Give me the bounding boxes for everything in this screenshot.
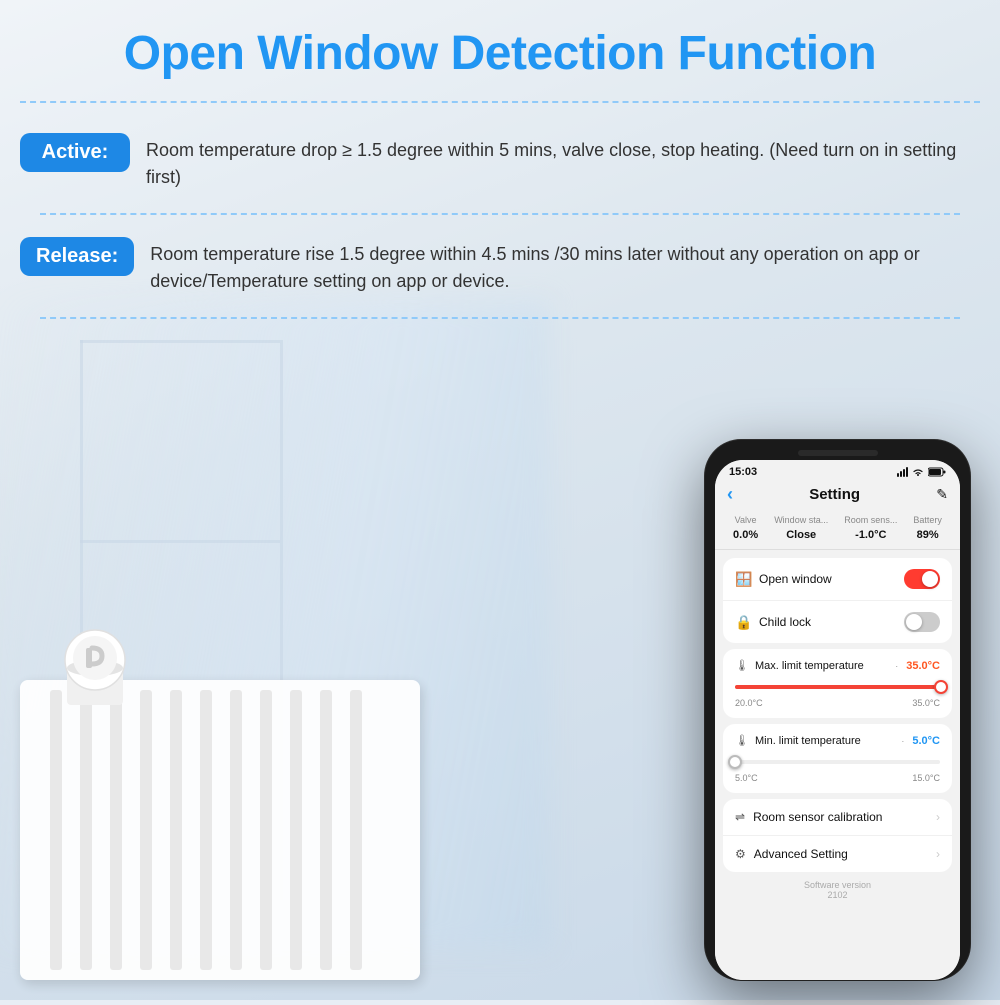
calibration-arrow-icon: › <box>936 810 940 824</box>
phone-mockup: 15:03 <box>705 440 970 980</box>
battery-icon <box>928 467 946 477</box>
active-row: Active: Room temperature drop ≥ 1.5 degr… <box>20 121 980 203</box>
edit-button[interactable]: ✎ <box>936 486 948 503</box>
wifi-icon <box>912 467 924 477</box>
calibration-label: Room sensor calibration <box>753 810 928 824</box>
child-lock-label: Child lock <box>759 615 896 629</box>
status-bar: 15:03 <box>715 460 960 480</box>
valve-value: 0.0% <box>733 529 758 541</box>
software-version-label: Software version <box>804 880 871 890</box>
child-lock-item[interactable]: 🔒 Child lock <box>723 601 952 643</box>
room-value: -1.0°C <box>855 529 886 541</box>
min-temp-max: 15.0°C <box>912 773 940 783</box>
max-temp-min: 20.0°C <box>735 698 763 708</box>
app-header: ‹ Setting ✎ <box>715 480 960 511</box>
active-description: Room temperature drop ≥ 1.5 degree withi… <box>146 133 980 191</box>
min-temp-label: Min. limit temperature <box>755 735 895 747</box>
max-temp-label: Max. limit temperature <box>755 660 889 672</box>
window-value: Close <box>786 529 816 541</box>
max-temp-value: 35.0°C <box>906 660 940 672</box>
battery-status: Battery 89% <box>913 515 942 543</box>
nav-card: ⇌ Room sensor calibration › ⚙ Advanced S… <box>723 799 952 872</box>
child-lock-toggle[interactable] <box>904 612 940 632</box>
calibration-icon: ⇌ <box>735 810 745 824</box>
open-window-item[interactable]: 🪟 Open window <box>723 558 952 601</box>
max-temp-card: 🌡 Max. limit temperature · 35.0°C 20.0°C… <box>723 649 952 718</box>
toggles-card: 🪟 Open window 🔒 Child lock <box>723 558 952 643</box>
max-temp-slider-thumb[interactable] <box>934 680 948 694</box>
min-temp-value: 5.0°C <box>912 735 940 747</box>
advanced-setting-icon: ⚙ <box>735 847 746 861</box>
room-sensor-status: Room sens... -1.0°C <box>844 515 897 543</box>
phone-frame: 15:03 <box>705 440 970 980</box>
divider-middle <box>40 213 960 215</box>
valve-label: Valve <box>733 515 758 525</box>
active-badge: Active: <box>20 133 130 172</box>
radiator-background <box>0 400 620 1000</box>
max-temp-slider-labels: 20.0°C 35.0°C <box>735 698 940 708</box>
phone-screen: 15:03 <box>715 460 960 980</box>
software-version-number: 2102 <box>827 890 847 900</box>
back-button[interactable]: ‹ <box>727 484 733 505</box>
room-sensor-calibration-item[interactable]: ⇌ Room sensor calibration › <box>723 799 952 836</box>
device-status-row: Valve 0.0% Window sta... Close Room sens… <box>715 511 960 550</box>
window-status: Window sta... Close <box>774 515 828 543</box>
battery-label: Battery <box>913 515 942 525</box>
max-temp-max: 35.0°C <box>912 698 940 708</box>
open-window-label: Open window <box>759 572 896 586</box>
min-temp-slider-labels: 5.0°C 15.0°C <box>735 773 940 783</box>
divider-top <box>20 101 980 103</box>
release-row: Release: Room temperature rise 1.5 degre… <box>20 225 980 307</box>
advanced-setting-arrow-icon: › <box>936 847 940 861</box>
advanced-setting-item[interactable]: ⚙ Advanced Setting › <box>723 836 952 872</box>
release-description: Room temperature rise 1.5 degree within … <box>150 237 980 295</box>
min-temp-header: 🌡 Min. limit temperature · 5.0°C <box>735 734 940 747</box>
min-temp-slider-thumb[interactable] <box>728 755 742 769</box>
window-label: Window sta... <box>774 515 828 525</box>
max-temp-header: 🌡 Max. limit temperature · 35.0°C <box>735 659 940 672</box>
valve-status: Valve 0.0% <box>733 515 758 543</box>
status-icons <box>897 467 946 477</box>
min-temp-card: 🌡 Min. limit temperature · 5.0°C 5.0°C 1… <box>723 724 952 793</box>
app-header-title: Setting <box>809 486 860 503</box>
release-badge: Release: <box>20 237 134 276</box>
settings-list: 🪟 Open window 🔒 Child lock <box>715 550 960 980</box>
phone-time: 15:03 <box>729 466 757 478</box>
room-label: Room sens... <box>844 515 897 525</box>
min-temp-min: 5.0°C <box>735 773 758 783</box>
open-window-toggle[interactable] <box>904 569 940 589</box>
divider-bottom <box>40 317 960 319</box>
battery-value: 89% <box>917 529 939 541</box>
software-version-section: Software version 2102 <box>715 872 960 904</box>
lock-icon: 🔒 <box>735 614 751 631</box>
page-title: Open Window Detection Function <box>0 0 1000 91</box>
signal-bars-icon <box>897 467 908 477</box>
phone-notch <box>798 450 878 456</box>
window-icon: 🪟 <box>735 571 751 588</box>
info-section: Active: Room temperature drop ≥ 1.5 degr… <box>0 113 1000 337</box>
advanced-setting-label: Advanced Setting <box>754 847 928 861</box>
